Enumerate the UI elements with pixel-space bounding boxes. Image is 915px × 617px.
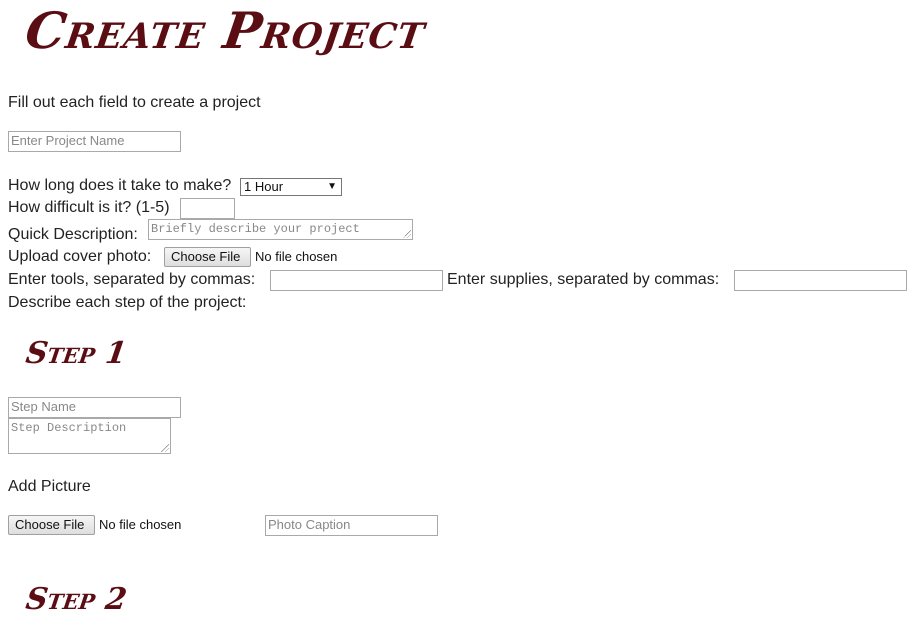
- time-select[interactable]: 1 Hour ▼: [240, 178, 342, 196]
- steps-label: Describe each step of the project:: [8, 294, 247, 311]
- time-select-value: 1 Hour: [244, 179, 284, 194]
- difficulty-input[interactable]: [180, 198, 235, 219]
- step-1-caption-input[interactable]: Photo Caption: [265, 515, 438, 536]
- step-1-description-placeholder: Step Description: [11, 421, 127, 435]
- cover-file-status: No file chosen: [255, 249, 338, 264]
- dropdown-arrow-icon: ▼: [327, 181, 337, 192]
- resize-grip-icon[interactable]: [403, 230, 411, 238]
- page-title: Create Project: [21, 1, 430, 60]
- description-label: Quick Description:: [8, 226, 138, 243]
- step-1-name-input[interactable]: Step Name: [8, 397, 181, 418]
- cover-photo-label: Upload cover photo:: [8, 248, 152, 265]
- project-name-input[interactable]: Enter Project Name: [8, 131, 181, 152]
- step-1-choose-file-button[interactable]: Choose File: [8, 515, 95, 535]
- step-1-file-status: No file chosen: [99, 517, 182, 532]
- description-placeholder: Briefly describe your project: [151, 222, 360, 236]
- difficulty-label: How difficult is it? (1-5): [8, 199, 170, 216]
- step-1-add-picture-label: Add Picture: [8, 478, 91, 495]
- intro-text: Fill out each field to create a project: [8, 94, 261, 111]
- cover-choose-file-button[interactable]: Choose File: [164, 247, 251, 267]
- tools-input[interactable]: [270, 270, 443, 291]
- resize-grip-icon[interactable]: [161, 444, 169, 452]
- tools-label: Enter tools, separated by commas:: [8, 271, 256, 288]
- time-label: How long does it take to make?: [8, 177, 232, 194]
- step-1-description-textarea[interactable]: Step Description: [8, 418, 171, 454]
- supplies-input[interactable]: [734, 270, 907, 291]
- description-textarea[interactable]: Briefly describe your project: [148, 219, 413, 240]
- supplies-label: Enter supplies, separated by commas:: [447, 271, 720, 288]
- step-1-heading: Step 1: [23, 336, 129, 371]
- step-2-heading: Step 2: [23, 582, 129, 617]
